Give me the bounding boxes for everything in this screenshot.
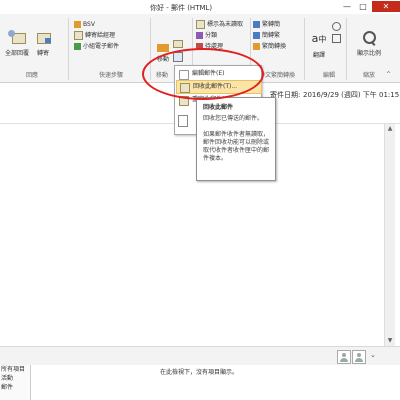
title-bar: 你好 - 郵件 (HTML) — □ ✕	[0, 0, 400, 14]
convert-icon	[253, 43, 260, 50]
mark-unread-button[interactable]: 標示為未讀取	[196, 20, 243, 29]
unread-icon	[196, 20, 205, 29]
forward-label: 轉寄	[36, 50, 49, 57]
rules-icon[interactable]	[172, 38, 183, 48]
group-respond-label: 回應	[25, 72, 38, 79]
scroll-down-icon[interactable]: ▼	[385, 336, 395, 346]
maximize-button[interactable]: □	[356, 1, 370, 12]
annotation-circle	[142, 48, 264, 100]
conversion-button[interactable]: 繁簡轉換	[253, 42, 286, 51]
sent-date-value: 2016/9/29 (週四) 下午 01:15	[303, 91, 400, 99]
move-folder-icon	[157, 42, 169, 52]
quickstep-forward-manager[interactable]: 轉寄給經理	[74, 31, 115, 40]
people-pane-empty-message: 在此檢視下，沒有項目顯示。	[160, 369, 239, 376]
translate-button[interactable]: a中 翻譯	[308, 32, 330, 59]
reply-all-label: 全部回覆	[4, 50, 29, 57]
ribbon-separator	[304, 18, 305, 80]
vertical-scrollbar[interactable]: ▲ ▼	[384, 124, 395, 346]
translate-label: 翻譯	[312, 52, 325, 59]
envelope-icon	[74, 31, 83, 40]
reply-all-button[interactable]: 全部回覆	[2, 30, 32, 57]
forward-icon	[34, 30, 52, 46]
convert-icon	[253, 21, 260, 28]
select-icon[interactable]	[332, 34, 343, 43]
find-icon[interactable]	[332, 22, 343, 31]
categorize-button[interactable]: 分類	[196, 31, 217, 40]
ribbon-separator	[68, 18, 69, 80]
forward-button[interactable]: 轉寄	[32, 30, 54, 57]
ribbon-collapse-icon[interactable]: ^	[386, 71, 391, 78]
document-icon	[178, 115, 188, 127]
category-icon	[196, 32, 203, 39]
people-pane-item-activities[interactable]: 活動	[0, 374, 30, 383]
quickstep-team-email[interactable]: 小組電子郵件	[74, 42, 119, 51]
people-pane-collapse-icon[interactable]: ⌄	[370, 351, 376, 359]
zoom-label: 顯示比例	[356, 50, 381, 57]
quickstep-icon	[74, 21, 81, 28]
close-button[interactable]: ✕	[372, 1, 400, 12]
message-body[interactable]	[0, 124, 384, 346]
translate-icon: a中	[311, 32, 327, 45]
reply-all-icon	[8, 30, 26, 46]
people-pane-header: ⌄	[0, 346, 400, 366]
quickstep-bsv[interactable]: BSV	[74, 20, 95, 29]
recall-tooltip: 回收此郵件 回收您已傳送的郵件。 如果郵件收件者無讀取，郵件回收功能可以刪除或取…	[196, 97, 276, 181]
people-pane-item-all[interactable]: 所有項目	[0, 365, 30, 374]
window-title: 你好 - 郵件 (HTML)	[150, 4, 213, 12]
tooltip-description: 回收您已傳送的郵件。	[203, 115, 264, 122]
group-quicksteps-label: 快速步驟	[98, 72, 123, 79]
group-zoom-label: 縮放	[362, 72, 375, 79]
contact-avatar[interactable]	[337, 350, 351, 364]
people-pane-list: 所有項目 活動 郵件	[0, 365, 31, 400]
ribbon-separator	[346, 18, 347, 80]
magnifier-icon	[360, 30, 378, 46]
s2t-button[interactable]: 繁轉簡	[253, 20, 280, 29]
minimize-button[interactable]: —	[340, 1, 354, 12]
tooltip-detail: 如果郵件收件者無讀取，郵件回收功能可以刪除或取代收件者收件匣中的郵件複本。	[203, 131, 270, 162]
group-editing-label: 編輯	[322, 72, 335, 79]
people-pane-item-mail[interactable]: 郵件	[0, 383, 30, 392]
convert-icon	[253, 32, 260, 39]
t2s-button[interactable]: 簡轉繁	[253, 31, 280, 40]
tooltip-title: 回收此郵件	[203, 104, 234, 111]
contact-avatar[interactable]	[352, 350, 366, 364]
scroll-up-icon[interactable]: ▲	[385, 124, 395, 134]
zoom-button[interactable]: 顯示比例	[352, 30, 386, 57]
team-icon	[74, 43, 81, 50]
